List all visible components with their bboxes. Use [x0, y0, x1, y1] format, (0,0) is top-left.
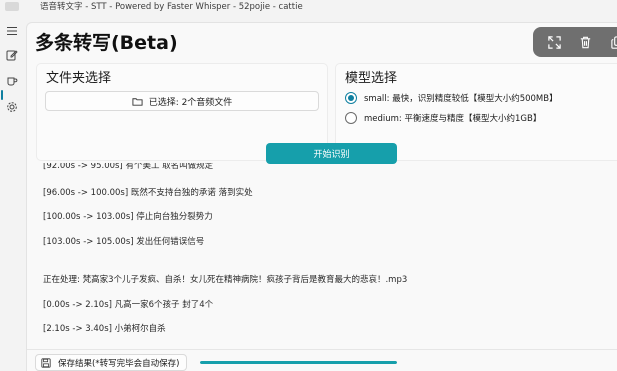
- save-results-label: 保存结果(*转写完毕会自动保存): [58, 358, 180, 369]
- save-results-button[interactable]: 保存结果(*转写完毕会自动保存): [35, 354, 187, 371]
- model-option-medium[interactable]: medium: 平衡速度与精度【模型大小约1GB】: [345, 112, 541, 124]
- model-option-small[interactable]: small: 最快，识别精度较低【模型大小约500MB】: [345, 92, 558, 104]
- expand-icon[interactable]: [547, 35, 562, 50]
- select-files-button[interactable]: 已选择: 2个音频文件: [45, 91, 319, 111]
- window-title: 语音转文字 - STT - Powered by Faster Whisper …: [40, 2, 303, 12]
- radio-medium[interactable]: [345, 112, 357, 124]
- transcription-log: [92.00s -> 95.00s] 有个美工 取名叫做规定 [96.00s -…: [36, 163, 616, 343]
- log-line: [96.00s -> 100.00s] 既然不支持台独的承诺 落到实处: [43, 188, 253, 198]
- hamburger-menu-icon[interactable]: [3, 22, 21, 40]
- folder-icon: [132, 97, 143, 106]
- log-line: [0.00s -> 2.10s] 凡高一家6个孩子 封了4个: [43, 300, 214, 310]
- radio-small[interactable]: [345, 92, 357, 104]
- bottom-bar: 保存结果(*转写完毕会自动保存): [27, 349, 617, 371]
- folder-card-title: 文件夹选择: [46, 71, 112, 86]
- page-title: 多条转写(Beta): [35, 32, 178, 54]
- main-pane: 多条转写(Beta) 文件夹选择 已选择: 2个音频文件 模型选择 small:…: [26, 22, 617, 371]
- edit-icon[interactable]: [3, 46, 21, 64]
- delete-icon[interactable]: [578, 35, 593, 50]
- settings-icon[interactable]: [3, 98, 21, 116]
- log-line: [2.10s -> 3.40s] 小弟柯尔自杀: [43, 324, 166, 334]
- log-line: [100.00s -> 103.00s] 停止向台独分裂势力: [43, 212, 213, 222]
- mug-icon[interactable]: [3, 72, 21, 90]
- select-files-label: 已选择: 2个音频文件: [148, 97, 233, 108]
- progress-bar: [200, 361, 397, 364]
- model-option-medium-label: medium: 平衡速度与精度【模型大小约1GB】: [364, 114, 542, 124]
- log-line: [92.00s -> 95.00s] 有个美工 取名叫做规定: [43, 163, 214, 171]
- floating-toolbar: [533, 27, 617, 57]
- save-icon: [41, 357, 51, 368]
- log-line: 正在处理: 梵高家3个儿子发疯、自杀！女儿死在精神病院！疯孩子背后是教育最大的悲…: [43, 275, 408, 285]
- model-card-title: 模型选择: [345, 71, 398, 86]
- log-line: [103.00s -> 105.00s] 发出任何错误信号: [43, 237, 205, 247]
- title-bar: 语音转文字 - STT - Powered by Faster Whisper …: [0, 0, 617, 22]
- progress-fill: [200, 361, 397, 364]
- copy-icon[interactable]: [610, 35, 617, 50]
- app-icon: [5, 2, 19, 11]
- start-recognition-button[interactable]: 开始识别: [266, 143, 397, 164]
- nav-rail: [0, 16, 26, 371]
- model-option-small-label: small: 最快，识别精度较低【模型大小约500MB】: [364, 94, 558, 104]
